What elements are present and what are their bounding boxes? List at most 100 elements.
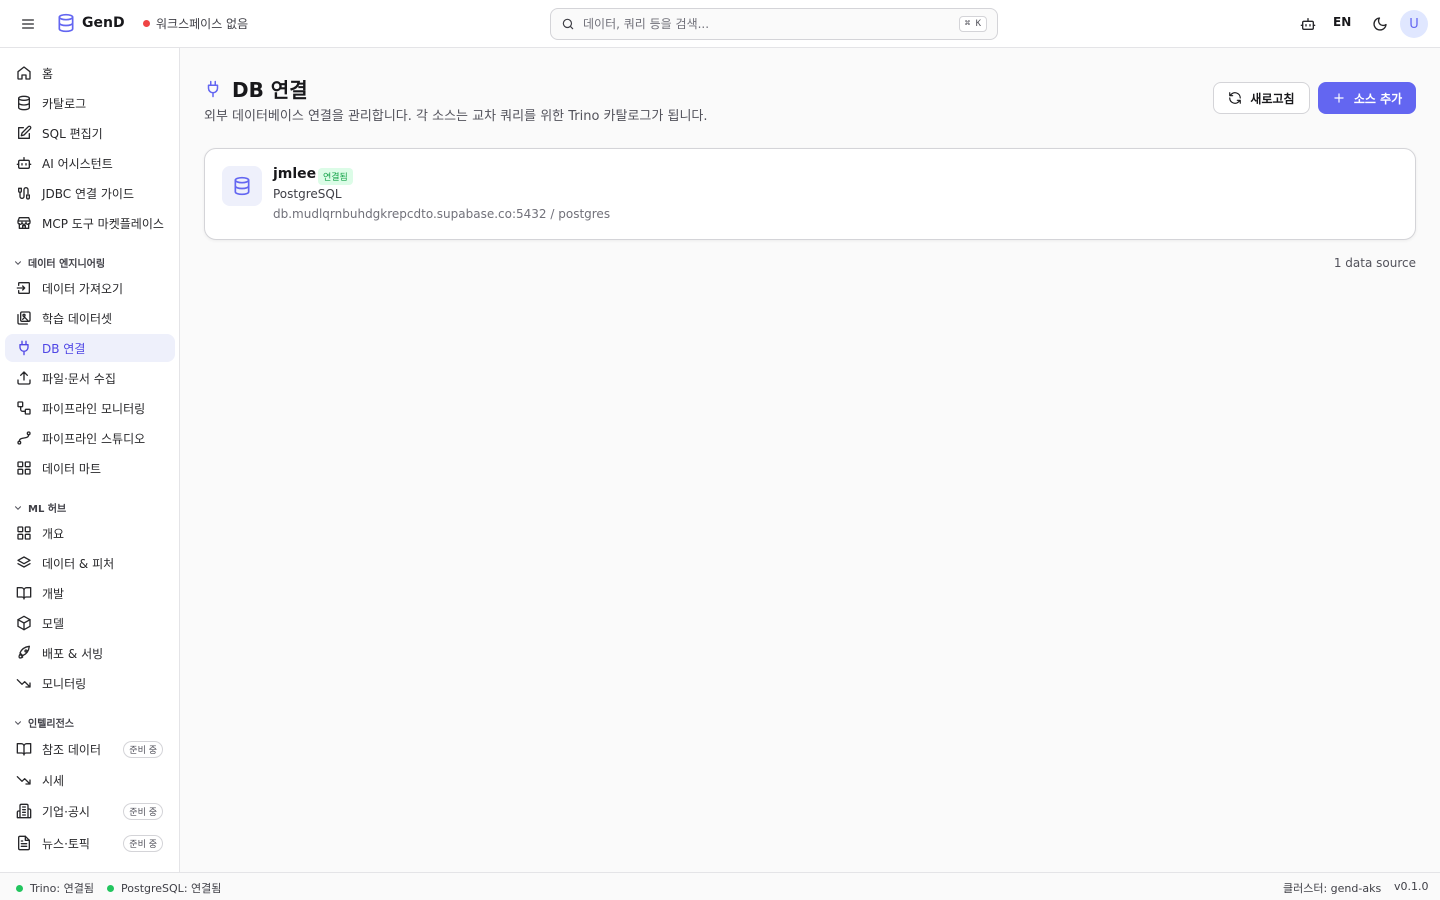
search-input[interactable] xyxy=(583,17,959,31)
status-dot xyxy=(107,884,114,892)
sidebar-item-label: 모니터링 xyxy=(42,676,87,691)
postgres-status-label: PostgreSQL: 연결됨 xyxy=(121,882,222,895)
version-label: v0.1.0 xyxy=(1394,880,1429,893)
chevron-down-icon xyxy=(14,720,22,725)
source-icon-container xyxy=(222,166,262,206)
sidebar-item-data-features[interactable]: 데이터 & 피처 xyxy=(5,549,175,577)
sidebar-item-label: 학습 데이터셋 xyxy=(42,311,113,326)
section-intelligence[interactable]: 인텔리전스 xyxy=(13,715,74,730)
refresh-button[interactable]: 새로고침 xyxy=(1213,82,1310,114)
sidebar-item-data-import[interactable]: 데이터 가져오기 xyxy=(5,274,175,302)
refresh-label: 새로고침 xyxy=(1250,91,1295,106)
sidebar-item-label: 데이터 가져오기 xyxy=(42,281,124,296)
coming-soon-badge: 준비 중 xyxy=(123,834,163,852)
sidebar-item-pipeline-studio[interactable]: 파이프라인 스튜디오 xyxy=(5,424,175,452)
images-icon xyxy=(17,311,31,325)
sidebar-item-reference-data[interactable]: 참조 데이터 준비 중 xyxy=(5,735,175,763)
search-icon xyxy=(562,18,574,30)
sidebar-item-db-connection[interactable]: DB 연결 xyxy=(5,334,175,362)
sidebar-item-mcp-marketplace[interactable]: MCP 도구 마켓플레이스 xyxy=(5,209,175,237)
sidebar-item-label: 참조 데이터 xyxy=(42,742,102,757)
sidebar-item-overview[interactable]: 개요 xyxy=(5,519,175,547)
database-icon xyxy=(18,95,30,111)
sidebar-item-model[interactable]: 모델 xyxy=(5,609,175,637)
import-icon xyxy=(16,282,30,294)
page-description: 외부 데이터베이스 연결을 관리합니다. 각 소스는 교차 쿼리를 위한 Tri… xyxy=(204,109,708,124)
sidebar-item-news-topic[interactable]: 뉴스·토픽 준비 중 xyxy=(5,829,175,857)
section-data-engineering[interactable]: 데이터 엔지니어링 xyxy=(13,255,105,270)
sidebar-item-monitoring[interactable]: 모니터링 xyxy=(5,669,175,697)
sidebar-item-label: 데이터 & 피처 xyxy=(42,556,115,571)
app-name: GenD xyxy=(82,15,125,31)
box-icon xyxy=(17,615,31,631)
source-count: 1 data source xyxy=(1333,256,1416,270)
sidebar-item-label: AI 어시스턴트 xyxy=(42,156,113,171)
sidebar-item-data-mart[interactable]: 데이터 마트 xyxy=(5,454,175,482)
sidebar-item-label: 시세 xyxy=(42,773,65,788)
status-badge: 연결됨 xyxy=(318,168,353,185)
book-open-icon xyxy=(16,743,32,756)
trino-status: Trino: 연결됨 xyxy=(16,880,94,896)
sidebar-item-label: 데이터 마트 xyxy=(42,461,102,476)
grid-icon xyxy=(17,526,31,540)
top-header: GenD 워크스페이스 없음 ⌘ K EN U xyxy=(0,0,1440,48)
sidebar-item-sql-editor[interactable]: SQL 편집기 xyxy=(5,119,175,147)
data-source-card[interactable]: jmlee 연결됨 PostgreSQL db.mudlqrnbuhdgkrep… xyxy=(204,148,1416,240)
ai-bot-icon[interactable] xyxy=(1296,12,1320,36)
section-title: 데이터 엔지니어링 xyxy=(28,259,106,270)
sidebar-item-market-price[interactable]: 시세 xyxy=(5,766,175,794)
sidebar-item-catalog[interactable]: 카탈로그 xyxy=(5,89,175,117)
home-icon xyxy=(17,66,31,80)
global-search[interactable]: ⌘ K xyxy=(550,8,998,40)
plug-icon xyxy=(19,340,29,356)
postgres-status: PostgreSQL: 연결됨 xyxy=(107,880,221,896)
sidebar-item-home[interactable]: 홈 xyxy=(5,59,175,87)
sidebar-item-ai-assistant[interactable]: AI 어시스턴트 xyxy=(5,149,175,177)
add-source-button[interactable]: 소스 추가 xyxy=(1318,82,1416,114)
status-dot xyxy=(16,884,23,892)
chevron-down-icon xyxy=(14,260,22,265)
cluster-label: 클러스터: gend-aks xyxy=(1283,882,1382,895)
sidebar-item-label: JDBC 연결 가이드 xyxy=(42,186,135,201)
menu-icon[interactable] xyxy=(16,12,40,36)
plug-icon xyxy=(207,80,219,97)
bot-icon xyxy=(16,157,32,169)
sidebar-item-label: 파이프라인 모니터링 xyxy=(42,401,146,416)
status-bar: Trino: 연결됨 PostgreSQL: 연결됨 클러스터: gend-ak… xyxy=(0,872,1440,900)
sidebar-item-label: 파이프라인 스튜디오 xyxy=(42,431,146,446)
coming-soon-badge: 준비 중 xyxy=(123,802,163,820)
sidebar-item-development[interactable]: 개발 xyxy=(5,579,175,607)
trino-status-label: Trino: 연결됨 xyxy=(30,882,94,895)
chevron-down-icon xyxy=(14,505,22,510)
sidebar-item-training-dataset[interactable]: 학습 데이터셋 xyxy=(5,304,175,332)
sidebar-item-deploy-serving[interactable]: 배포 & 서빙 xyxy=(5,639,175,667)
sidebar-item-jdbc-guide[interactable]: JDBC 연결 가이드 xyxy=(5,179,175,207)
upload-icon xyxy=(17,371,31,385)
store-icon xyxy=(17,217,31,229)
sidebar-item-file-collection[interactable]: 파일·문서 수집 xyxy=(5,364,175,392)
database-icon xyxy=(234,176,250,196)
building-icon xyxy=(16,803,32,819)
workspace-selector[interactable]: 워크스페이스 없음 xyxy=(143,15,248,32)
book-open-icon xyxy=(16,587,32,600)
status-dot xyxy=(143,20,150,27)
user-avatar[interactable]: U xyxy=(1400,10,1428,38)
language-toggle[interactable]: EN xyxy=(1333,15,1351,29)
sidebar-item-label: 기업·공시 xyxy=(42,804,90,819)
sidebar-item-pipeline-monitoring[interactable]: 파이프라인 모니터링 xyxy=(5,394,175,422)
section-ml-hub[interactable]: ML 허브 xyxy=(13,500,66,515)
grid-icon xyxy=(17,461,31,475)
section-title: 인텔리전스 xyxy=(28,719,74,730)
refresh-icon xyxy=(1229,92,1242,104)
rocket-icon xyxy=(18,645,30,659)
source-name: jmlee xyxy=(273,166,317,182)
layers-icon xyxy=(17,556,31,568)
sidebar-item-label: 홈 xyxy=(42,66,54,81)
moon-icon[interactable] xyxy=(1368,12,1392,36)
sidebar-item-label: SQL 편집기 xyxy=(42,126,103,141)
edit-icon xyxy=(18,125,32,139)
add-source-label: 소스 추가 xyxy=(1353,91,1403,106)
app-logo[interactable]: GenD xyxy=(56,13,125,33)
source-host: db.mudlqrnbuhdgkrepcdto.supabase.co:5432… xyxy=(273,207,611,221)
sidebar-item-company-disclosure[interactable]: 기업·공시 준비 중 xyxy=(5,797,175,825)
